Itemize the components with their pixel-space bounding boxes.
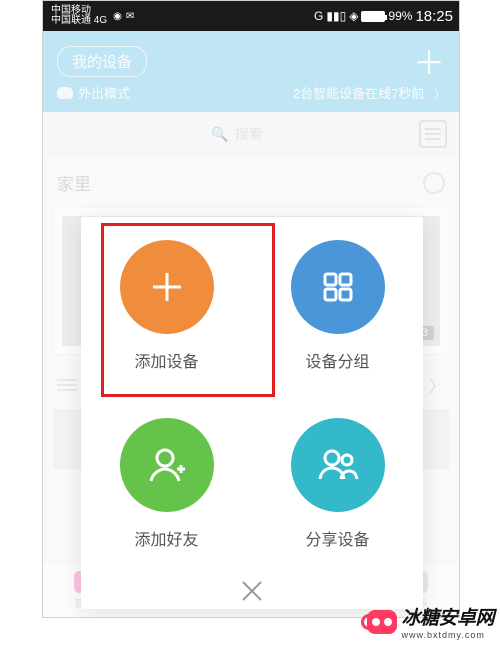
status-icons-right: G ▮▮▯ ◈ 99% 18:25 — [314, 8, 453, 25]
action-label: 添加好友 — [134, 526, 198, 550]
clock: 18:25 — [415, 8, 453, 25]
wechat-icon: ◉ — [113, 11, 122, 22]
action-label: 分享设备 — [305, 526, 369, 550]
plus-icon — [120, 240, 214, 334]
action-label: 设备分组 — [305, 348, 369, 372]
action-share-device[interactable]: 分享设备 — [252, 395, 423, 573]
carrier-2: 中国联通 4G — [51, 16, 107, 26]
watermark-url: www.bxtdmy.com — [401, 630, 494, 640]
phone-frame: 中国移动 中国联通 4G ◉ ✉ G ▮▮▯ ◈ 99% 18:25 我的设备 … — [42, 0, 460, 618]
grid-icon — [291, 240, 385, 334]
action-label: 添加设备 — [134, 348, 198, 372]
wifi-icon: ◈ — [349, 9, 358, 23]
signal-icon: ▮▮▯ — [326, 9, 346, 23]
people-icon — [291, 418, 385, 512]
status-icons-left: ◉ ✉ — [113, 11, 134, 22]
action-device-group[interactable]: 设备分组 — [252, 217, 423, 395]
person-add-icon — [120, 418, 214, 512]
chat-icon: ✉ — [126, 11, 134, 22]
close-icon — [239, 578, 265, 604]
battery-percent: 99% — [388, 9, 412, 23]
status-bar: 中国移动 中国联通 4G ◉ ✉ G ▮▮▯ ◈ 99% 18:25 — [43, 1, 459, 31]
watermark: 冰糖安卓网 www.bxtdmy.com — [367, 603, 494, 640]
watermark-text: 冰糖安卓网 — [401, 603, 494, 630]
action-sheet: 添加设备 设备分组 添加好友 — [81, 217, 423, 609]
watermark-logo — [367, 610, 397, 634]
action-add-friend[interactable]: 添加好友 — [81, 395, 252, 573]
carrier-labels: 中国移动 中国联通 4G — [51, 6, 107, 26]
net-type: G — [314, 9, 323, 23]
action-add-device[interactable]: 添加设备 — [81, 217, 252, 395]
battery-icon — [361, 11, 385, 22]
